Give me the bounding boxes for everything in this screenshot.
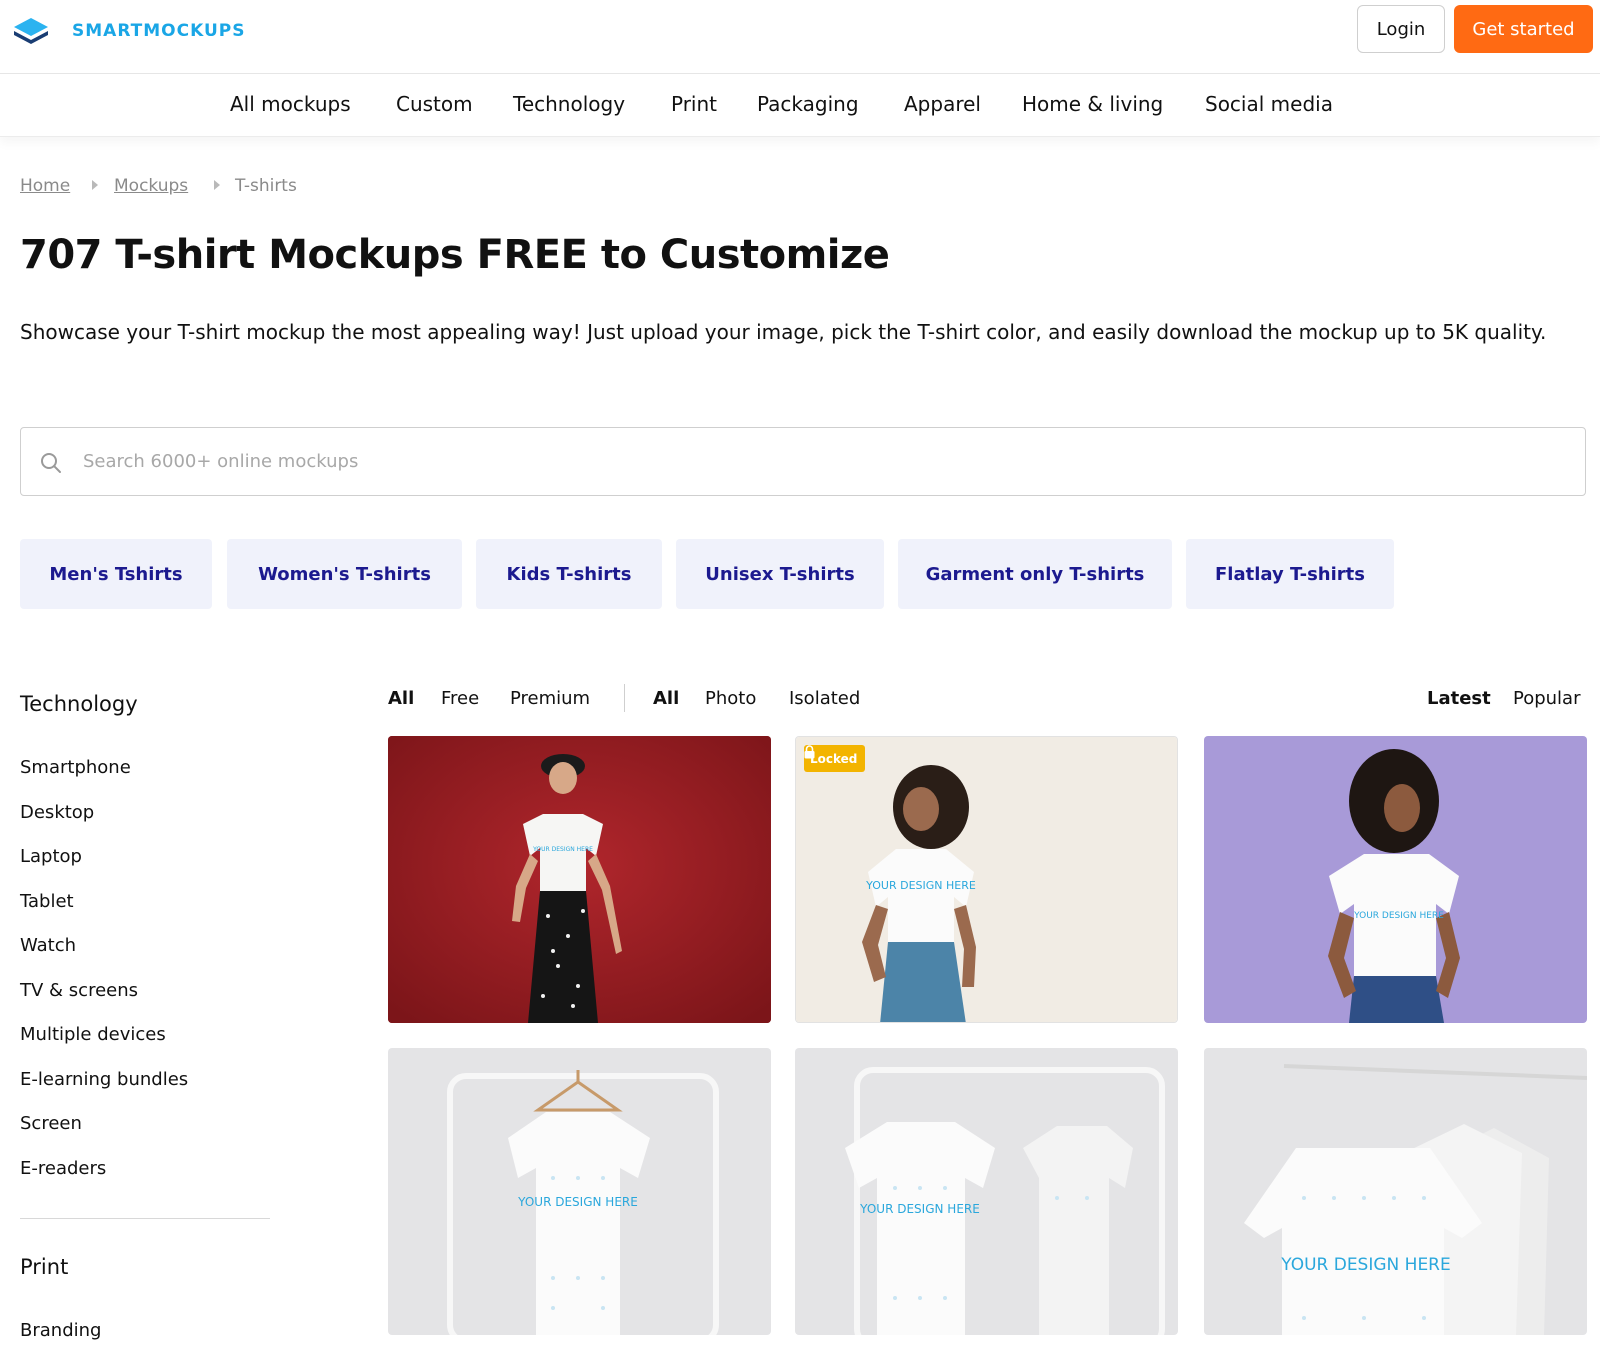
sidebar-heading-technology[interactable]: Technology <box>20 692 138 716</box>
nav-all-mockups[interactable]: All mockups <box>230 92 351 116</box>
mockup-card[interactable]: YOUR DESIGN HERE <box>1204 1048 1587 1335</box>
lock-icon <box>804 745 815 759</box>
mockup-card[interactable]: YOUR DESIGN HERE <box>388 1048 771 1335</box>
mockup-image: YOUR DESIGN HERE <box>388 736 771 1023</box>
sort-latest[interactable]: Latest <box>1427 688 1491 709</box>
design-placeholder-text: YOUR DESIGN HERE <box>859 1202 980 1216</box>
chevron-right-icon <box>92 180 98 190</box>
get-started-button[interactable]: Get started <box>1454 5 1593 53</box>
chip-womens-tshirts[interactable]: Women's T-shirts <box>227 539 462 609</box>
search-input[interactable] <box>83 428 1563 495</box>
page-description: Showcase your T-shirt mockup the most ap… <box>20 320 1547 344</box>
design-placeholder-text: YOUR DESIGN HERE <box>1280 1255 1451 1275</box>
mockup-image: YOUR DESIGN HERE <box>796 737 1177 1022</box>
locked-badge: Locked <box>804 745 866 772</box>
top-bar: SMARTMOCKUPS Login Get started <box>0 0 1600 74</box>
brand-name: SMARTMOCKUPS <box>72 21 246 41</box>
sidebar-item-multiple-devices[interactable]: Multiple devices <box>20 1024 166 1045</box>
mockup-card[interactable]: YOUR DESIGN HERE <box>388 736 771 1023</box>
filter-type-all[interactable]: All <box>653 688 679 709</box>
mockup-image: YOUR DESIGN HERE <box>388 1048 771 1335</box>
nav-technology[interactable]: Technology <box>513 92 625 116</box>
design-placeholder-text: YOUR DESIGN HERE <box>517 1195 638 1209</box>
filter-pricing-free[interactable]: Free <box>441 688 479 709</box>
chip-garment-only-tshirts[interactable]: Garment only T-shirts <box>898 539 1172 609</box>
nav-social-media[interactable]: Social media <box>1205 92 1333 116</box>
mockup-image: YOUR DESIGN HERE <box>1204 1048 1587 1335</box>
filter-type-photo[interactable]: Photo <box>705 688 756 709</box>
sidebar-item-watch[interactable]: Watch <box>20 935 76 956</box>
mockup-image: YOUR DESIGN HERE <box>795 1048 1178 1335</box>
sidebar-heading-print[interactable]: Print <box>20 1255 68 1279</box>
nav-apparel[interactable]: Apparel <box>904 92 981 116</box>
chip-flatlay-tshirts[interactable]: Flatlay T-shirts <box>1186 539 1394 609</box>
design-placeholder-text: YOUR DESIGN HERE <box>865 879 976 892</box>
nav-custom[interactable]: Custom <box>396 92 473 116</box>
breadcrumb-current: T-shirts <box>235 176 297 196</box>
login-button[interactable]: Login <box>1357 5 1445 53</box>
category-nav: All mockups Custom Technology Print Pack… <box>0 74 1600 137</box>
nav-print[interactable]: Print <box>671 92 717 116</box>
filter-type-isolated[interactable]: Isolated <box>789 688 860 709</box>
mockup-card[interactable]: YOUR DESIGN HERE Locked <box>795 736 1178 1023</box>
sidebar-item-desktop[interactable]: Desktop <box>20 802 94 823</box>
sidebar-item-tv-screens[interactable]: TV & screens <box>20 980 138 1001</box>
sidebar-item-smartphone[interactable]: Smartphone <box>20 757 131 778</box>
sidebar-item-e-learning-bundles[interactable]: E-learning bundles <box>20 1069 188 1090</box>
sidebar-item-branding[interactable]: Branding <box>20 1320 101 1341</box>
filter-pricing-all[interactable]: All <box>388 688 414 709</box>
logo[interactable]: SMARTMOCKUPS <box>12 16 244 46</box>
breadcrumb-mockups[interactable]: Mockups <box>114 176 188 196</box>
mockup-card[interactable]: YOUR DESIGN HERE <box>795 1048 1178 1335</box>
chip-mens-tshirts[interactable]: Men's Tshirts <box>20 539 212 609</box>
mockup-image: YOUR DESIGN HERE <box>1204 736 1587 1023</box>
filter-pricing-premium[interactable]: Premium <box>510 688 590 709</box>
sort-popular[interactable]: Popular <box>1513 688 1581 709</box>
search-icon <box>41 453 61 473</box>
sidebar-item-tablet[interactable]: Tablet <box>20 891 74 912</box>
breadcrumb-home[interactable]: Home <box>20 176 70 196</box>
design-placeholder-text: YOUR DESIGN HERE <box>1353 911 1444 921</box>
nav-packaging[interactable]: Packaging <box>757 92 859 116</box>
page-title: 707 T-shirt Mockups FREE to Customize <box>20 232 890 278</box>
chip-kids-tshirts[interactable]: Kids T-shirts <box>476 539 662 609</box>
sidebar-item-screen[interactable]: Screen <box>20 1113 82 1134</box>
search-box[interactable] <box>20 427 1586 496</box>
filter-separator <box>624 684 625 712</box>
nav-home-living[interactable]: Home & living <box>1022 92 1163 116</box>
chip-unisex-tshirts[interactable]: Unisex T-shirts <box>676 539 884 609</box>
sidebar-divider <box>20 1218 270 1219</box>
locked-label: Locked <box>810 751 858 766</box>
sidebar-item-laptop[interactable]: Laptop <box>20 846 82 867</box>
chevron-right-icon <box>214 180 220 190</box>
design-placeholder-text: YOUR DESIGN HERE <box>532 846 593 853</box>
mockup-card[interactable]: YOUR DESIGN HERE <box>1204 736 1587 1023</box>
sidebar-item-e-readers[interactable]: E-readers <box>20 1158 106 1179</box>
logo-icon <box>14 18 48 44</box>
